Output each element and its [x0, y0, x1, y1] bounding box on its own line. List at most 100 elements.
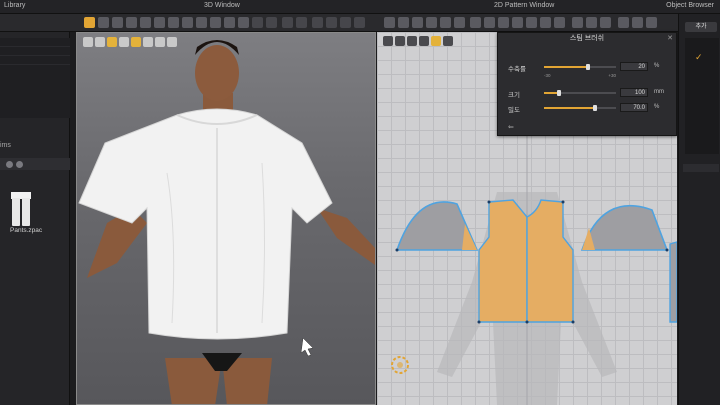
size-unit: mm	[654, 89, 664, 95]
shrink-rate-range: -30 +30	[544, 73, 616, 78]
3d-window-viewport[interactable]	[76, 32, 376, 405]
snapshot-icon[interactable]	[296, 17, 307, 28]
main-toolbar	[0, 14, 720, 32]
avatar-arm-right	[317, 208, 375, 265]
tool-2d-f-icon[interactable]	[646, 17, 657, 28]
close-icon[interactable]: ✕	[667, 34, 673, 42]
density-label: 밀도	[508, 107, 520, 114]
library-item-name[interactable]: Pants.zpac	[10, 227, 42, 234]
shrink-rate-slider[interactable]	[544, 64, 616, 70]
pants-thumbnail[interactable]	[10, 192, 32, 226]
tool-2d-d-icon[interactable]	[618, 17, 629, 28]
list-item[interactable]	[0, 38, 70, 47]
tool-3d-a-icon[interactable]	[312, 17, 323, 28]
tool-3d-c-icon[interactable]	[340, 17, 351, 28]
library-title: Library	[4, 2, 26, 9]
pattern-point	[665, 248, 669, 252]
density-row: 밀도 70.0 %	[508, 102, 673, 114]
density-unit: %	[654, 104, 660, 110]
window-2d-title: 2D Pattern Window	[494, 2, 555, 9]
checkmark-icon[interactable]: ✓	[695, 52, 703, 63]
back-pattern-partial[interactable]	[669, 241, 677, 323]
avatar-icon[interactable]	[252, 17, 263, 28]
sleeve-pattern-right[interactable]	[580, 205, 669, 251]
shrink-rate-label: 수축률	[508, 66, 526, 73]
window-3d-title: 3D Window	[204, 2, 240, 9]
fabric-icon[interactable]	[168, 17, 179, 28]
edit-pattern-icon[interactable]	[112, 17, 123, 28]
curve-point-icon[interactable]	[412, 17, 423, 28]
tool-2d-c-icon[interactable]	[600, 17, 611, 28]
back-arrow-icon[interactable]: ⇐	[508, 123, 514, 131]
rectangle-icon[interactable]	[440, 17, 451, 28]
render-icon[interactable]	[282, 17, 293, 28]
measure-icon[interactable]	[224, 17, 235, 28]
pin-icon[interactable]	[140, 17, 151, 28]
tool-2d-e-icon[interactable]	[632, 17, 643, 28]
tool-3d-b-icon[interactable]	[326, 17, 337, 28]
library-folder-label: ims	[0, 142, 11, 149]
transform-pattern-icon[interactable]	[98, 17, 109, 28]
free-sewing-icon[interactable]	[512, 17, 523, 28]
pattern-point	[395, 248, 399, 252]
tack-icon[interactable]	[154, 17, 165, 28]
tool-2d-a-icon[interactable]	[572, 17, 583, 28]
check-sewing-icon[interactable]	[526, 17, 537, 28]
shrink-icon[interactable]	[210, 17, 221, 28]
tool-3d-d-icon[interactable]	[354, 17, 365, 28]
pattern-point	[487, 200, 491, 204]
pattern-edit-icon[interactable]	[398, 17, 409, 28]
pants-leg-right	[22, 198, 30, 226]
chevron-down-icon[interactable]	[16, 161, 23, 168]
annotation-icon[interactable]	[238, 17, 249, 28]
tool-2d-b-icon[interactable]	[586, 17, 597, 28]
select-move-icon[interactable]	[84, 17, 95, 28]
list-item[interactable]	[0, 47, 70, 56]
app-window: Library 3D Window 2D Pattern Window Obje…	[0, 0, 720, 405]
pin-2d-icon[interactable]	[540, 17, 551, 28]
fold-icon[interactable]	[126, 17, 137, 28]
pattern-point	[525, 320, 529, 324]
steam-brush-popup: 스팀 브러쉬 ✕ 수축률 20 % -30 +30 크기 100 mm 밀도 7…	[497, 32, 677, 136]
front-pattern-left[interactable]	[478, 199, 528, 323]
library-view-tabs	[0, 158, 70, 170]
shrink-rate-fill	[544, 66, 588, 68]
list-item[interactable]	[0, 56, 70, 65]
panel-divider	[683, 164, 719, 172]
popup-title: 스팀 브러쉬	[569, 35, 605, 42]
density-knob[interactable]	[592, 105, 597, 111]
library-panel: ims Pants.zpac	[0, 32, 70, 405]
pattern-select-icon[interactable]	[384, 17, 395, 28]
density-input[interactable]: 70.0	[620, 103, 648, 112]
density-slider[interactable]	[544, 105, 616, 111]
pattern-point	[561, 200, 565, 204]
size-input[interactable]: 100	[620, 88, 648, 97]
pattern-point	[477, 320, 481, 324]
shrink-rate-input[interactable]: 20	[620, 62, 648, 71]
search-icon[interactable]	[6, 161, 13, 168]
seam-line-icon[interactable]	[484, 17, 495, 28]
add-button[interactable]: 추가	[685, 22, 717, 32]
internal-line-icon[interactable]	[554, 17, 565, 28]
window-titlebar: Library 3D Window 2D Pattern Window Obje…	[0, 0, 720, 14]
avatar-arm-left	[87, 208, 147, 278]
range-min: -30	[544, 73, 551, 78]
object-browser-panel: 추가 ✓	[678, 14, 720, 405]
dart-icon[interactable]	[470, 17, 481, 28]
steam-brush-center	[397, 362, 403, 368]
size-slider[interactable]	[544, 90, 616, 96]
texture-icon[interactable]	[182, 17, 193, 28]
pants-leg-left	[12, 198, 20, 226]
steam-icon[interactable]	[196, 17, 207, 28]
polygon-icon[interactable]	[426, 17, 437, 28]
size-knob[interactable]	[556, 90, 561, 96]
front-pattern-right[interactable]	[526, 199, 574, 323]
library-folder-list[interactable]	[0, 38, 70, 118]
shrink-rate-knob[interactable]	[585, 64, 590, 70]
avatar-scene	[78, 40, 375, 404]
shrink-rate-unit: %	[654, 63, 660, 69]
segment-sewing-icon[interactable]	[498, 17, 509, 28]
ellipse-icon[interactable]	[454, 17, 465, 28]
garment-icon[interactable]	[266, 17, 277, 28]
size-label: 크기	[508, 92, 520, 99]
